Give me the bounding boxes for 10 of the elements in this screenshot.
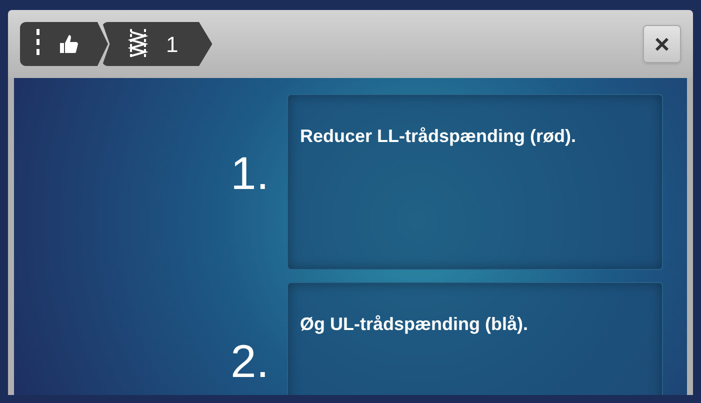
instruction-text: Reducer LL-trådspænding (rød). (300, 126, 576, 146)
instruction-text: Øg UL-trådspænding (blå). (300, 314, 528, 334)
close-button[interactable]: × (643, 25, 681, 63)
breadcrumb-step[interactable] (20, 22, 108, 66)
thumbs-up-icon (58, 34, 78, 54)
stitch-icon (128, 28, 148, 60)
step-number: 2. (230, 338, 269, 384)
step-count: 1 (166, 30, 178, 58)
step-number: 1. (230, 150, 269, 196)
breadcrumb-step[interactable]: 1 (102, 22, 212, 66)
